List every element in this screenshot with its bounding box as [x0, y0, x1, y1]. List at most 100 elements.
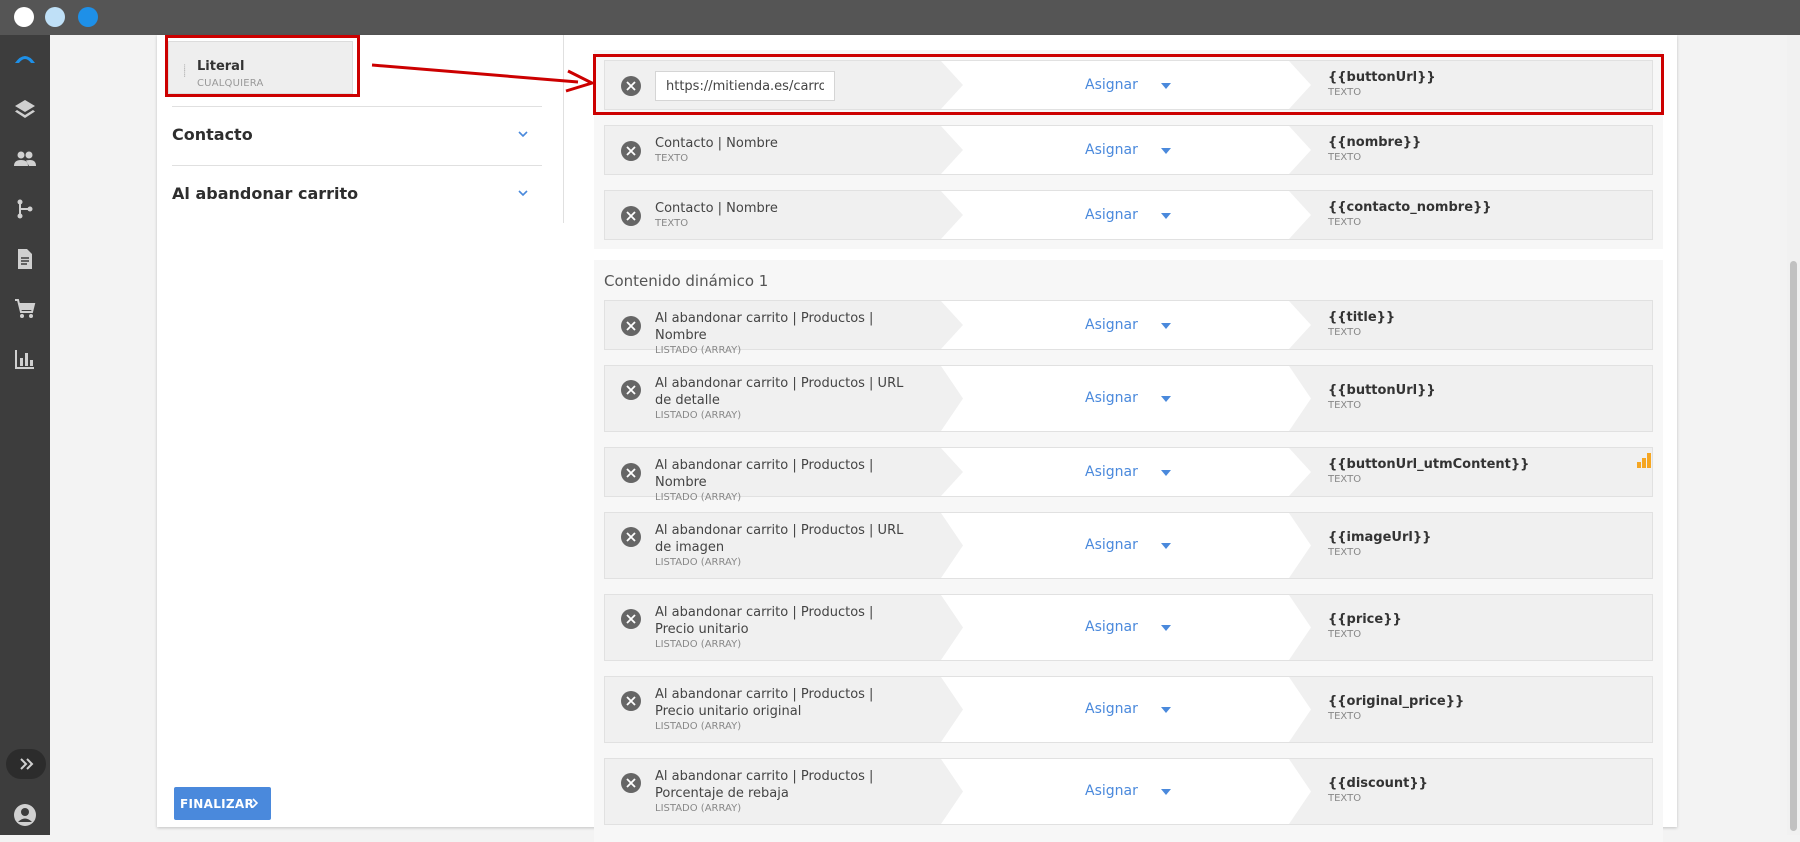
cart-icon[interactable]: [13, 297, 37, 321]
expand-sidebar-button[interactable]: [6, 749, 46, 779]
window-close-dot[interactable]: [14, 7, 34, 27]
flow-branch-icon[interactable]: [13, 197, 37, 221]
caret-down-icon[interactable]: [1161, 213, 1171, 219]
chevron-down-icon: [518, 131, 528, 138]
source-field: Al abandonar carrito | Productos | URL d…: [655, 522, 905, 570]
source-field: Al abandonar carrito | Productos | URL d…: [655, 375, 905, 423]
window-minimize-dot[interactable]: [45, 7, 65, 27]
layers-icon[interactable]: [13, 97, 37, 121]
remove-row-icon[interactable]: [621, 463, 641, 483]
target-variable-name: {{title}}: [1328, 310, 1396, 325]
target-variable-type: TEXTO: [1328, 327, 1362, 338]
caret-down-icon[interactable]: [1161, 148, 1171, 154]
remove-row-icon[interactable]: [621, 316, 641, 336]
group-title: Contenido dinámico 1: [604, 272, 769, 290]
source-field: Al abandonar carrito | Productos | Nombr…: [655, 457, 905, 505]
scrollbar-thumb[interactable]: [1790, 261, 1797, 831]
assign-dropdown[interactable]: Asignar: [1085, 142, 1138, 158]
remove-row-icon[interactable]: [621, 691, 641, 711]
target-variable: {{buttonUrl}} TEXTO: [1328, 69, 1436, 100]
mapping-row: Al abandonar carrito | Productos | Nombr…: [604, 300, 1653, 356]
analytics-bars-icon: [1637, 453, 1651, 468]
remove-row-icon[interactable]: [621, 76, 641, 96]
remove-row-icon[interactable]: [621, 206, 641, 226]
source-field-type: LISTADO (ARRAY): [655, 410, 742, 421]
remove-row-icon[interactable]: [621, 773, 641, 793]
mapping-row: Al abandonar carrito | Productos | URL d…: [604, 512, 1653, 579]
window-maximize-dot[interactable]: [78, 7, 98, 27]
source-field: Contacto | Nombre TEXTO: [655, 200, 905, 231]
assign-dropdown[interactable]: Asignar: [1085, 317, 1138, 333]
source-field-type: LISTADO (ARRAY): [655, 721, 742, 732]
caret-down-icon[interactable]: [1161, 396, 1171, 402]
target-variable: {{buttonUrl}} TEXTO: [1328, 382, 1436, 413]
caret-down-icon[interactable]: [1161, 323, 1171, 329]
logo-icon[interactable]: [13, 47, 37, 71]
mapping-row: Contacto | Nombre TEXTO Asignar {{contac…: [604, 190, 1653, 240]
section-contacto[interactable]: Contacto: [172, 106, 542, 165]
assign-dropdown[interactable]: Asignar: [1085, 390, 1138, 406]
caret-down-icon[interactable]: [1161, 707, 1171, 713]
target-variable: {{title}} TEXTO: [1328, 309, 1395, 340]
assign-dropdown[interactable]: Asignar: [1085, 701, 1138, 717]
remove-row-icon[interactable]: [621, 527, 641, 547]
target-variable-type: TEXTO: [1328, 87, 1362, 98]
finalizar-button[interactable]: FINALIZAR: [174, 787, 271, 820]
target-variable-name: {{buttonUrl_utmContent}}: [1328, 457, 1530, 472]
target-variable-type: TEXTO: [1328, 217, 1362, 228]
target-variable-type: TEXTO: [1328, 152, 1362, 163]
literal-value-input[interactable]: [655, 71, 835, 101]
target-variable: {{nombre}} TEXTO: [1328, 134, 1421, 165]
chevron-right-icon: [252, 798, 259, 808]
source-field-type: LISTADO (ARRAY): [655, 345, 742, 356]
target-variable-name: {{contacto_nombre}}: [1328, 200, 1492, 215]
drag-grip-icon[interactable]: ⁞ ⁞: [183, 64, 186, 80]
assign-dropdown[interactable]: Asignar: [1085, 464, 1138, 480]
annotation-arrow-icon: [371, 63, 597, 93]
chart-icon[interactable]: [13, 347, 37, 371]
section-al-abandonar-carrito[interactable]: Al abandonar carrito: [172, 165, 542, 223]
caret-down-icon[interactable]: [1161, 543, 1171, 549]
source-field-name: Al abandonar carrito | Productos | Nombr…: [655, 458, 874, 490]
document-icon[interactable]: [13, 247, 37, 271]
users-icon[interactable]: [13, 147, 37, 171]
target-variable-type: TEXTO: [1328, 793, 1362, 804]
source-field-name: Al abandonar carrito | Productos | Preci…: [655, 687, 874, 719]
assign-dropdown[interactable]: Asignar: [1085, 537, 1138, 553]
remove-row-icon[interactable]: [621, 380, 641, 400]
nav-sidebar: [0, 35, 50, 835]
caret-down-icon[interactable]: [1161, 83, 1171, 89]
assign-dropdown[interactable]: Asignar: [1085, 783, 1138, 799]
assign-dropdown[interactable]: Asignar: [1085, 77, 1138, 93]
target-variable-type: TEXTO: [1328, 474, 1362, 485]
source-field-name: Al abandonar carrito | Productos | Porce…: [655, 769, 874, 801]
assign-dropdown[interactable]: Asignar: [1085, 619, 1138, 635]
target-variable-name: {{buttonUrl}}: [1328, 383, 1436, 398]
mapping-row: Al abandonar carrito | Productos | Nombr…: [604, 447, 1653, 503]
caret-down-icon[interactable]: [1161, 625, 1171, 631]
source-field-name: Al abandonar carrito | Productos | Nombr…: [655, 311, 874, 343]
target-variable-type: TEXTO: [1328, 400, 1362, 411]
caret-down-icon[interactable]: [1161, 470, 1171, 476]
source-field-type: TEXTO: [655, 218, 689, 229]
source-field: Al abandonar carrito | Productos | Preci…: [655, 604, 905, 652]
page-scrollbar[interactable]: [1787, 35, 1800, 835]
target-variable-name: {{price}}: [1328, 612, 1402, 627]
source-field: Al abandonar carrito | Productos | Nombr…: [655, 310, 905, 358]
target-variable-type: TEXTO: [1328, 629, 1362, 640]
source-field-name: Contacto | Nombre: [655, 136, 778, 151]
target-variable-name: {{discount}}: [1328, 776, 1428, 791]
literal-field-card[interactable]: ⁞ ⁞ Literal CUALQUIERA: [168, 41, 353, 94]
source-field-type: LISTADO (ARRAY): [655, 639, 742, 650]
remove-row-icon[interactable]: [621, 609, 641, 629]
finalizar-label: FINALIZAR: [180, 796, 255, 811]
assign-dropdown[interactable]: Asignar: [1085, 207, 1138, 223]
source-field-name: Contacto | Nombre: [655, 201, 778, 216]
mapping-row: Al abandonar carrito | Productos | URL d…: [604, 365, 1653, 432]
remove-row-icon[interactable]: [621, 141, 641, 161]
source-field-type: LISTADO (ARRAY): [655, 557, 742, 568]
caret-down-icon[interactable]: [1161, 789, 1171, 795]
double-chevron-right-icon: [20, 758, 34, 770]
literal-subtitle: CUALQUIERA: [197, 78, 264, 89]
account-avatar-icon[interactable]: [13, 803, 37, 827]
